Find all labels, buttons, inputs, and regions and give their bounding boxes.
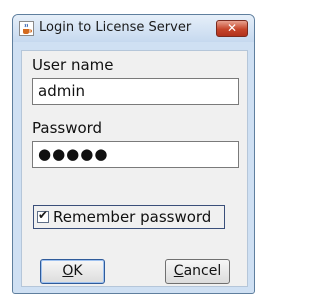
ok-label-rest: K <box>73 263 83 279</box>
remember-password-label[interactable]: Remember password <box>53 208 211 226</box>
window-title: Login to License Server <box>39 20 192 35</box>
cancel-button[interactable]: Cancel <box>165 259 230 284</box>
login-dialog: Login to License Server ✕ User name admi… <box>12 14 255 294</box>
title-bar[interactable]: Login to License Server ✕ <box>13 15 254 42</box>
ok-button[interactable]: OK <box>40 259 105 284</box>
cancel-label-rest: ancel <box>183 263 222 279</box>
cancel-mnemonic: C <box>173 263 184 279</box>
dialog-content: User name admin Password ●●●●● ✔ Remembe… <box>21 50 248 287</box>
password-label: Password <box>32 119 103 137</box>
java-coffee-cup-icon <box>19 21 34 36</box>
checkmark-icon: ✔ <box>38 208 49 222</box>
remember-password-checkbox[interactable]: ✔ <box>37 208 49 223</box>
username-value: admin <box>38 82 85 100</box>
close-button[interactable]: ✕ <box>216 20 248 37</box>
ok-mnemonic: O <box>62 263 74 279</box>
username-label: User name <box>32 56 114 74</box>
password-value: ●●●●● <box>38 145 109 163</box>
close-icon: ✕ <box>226 21 238 35</box>
remember-password-checkbox-row[interactable]: ✔ Remember password <box>33 205 225 229</box>
username-field[interactable]: admin <box>32 78 239 105</box>
password-field[interactable]: ●●●●● <box>32 141 239 168</box>
